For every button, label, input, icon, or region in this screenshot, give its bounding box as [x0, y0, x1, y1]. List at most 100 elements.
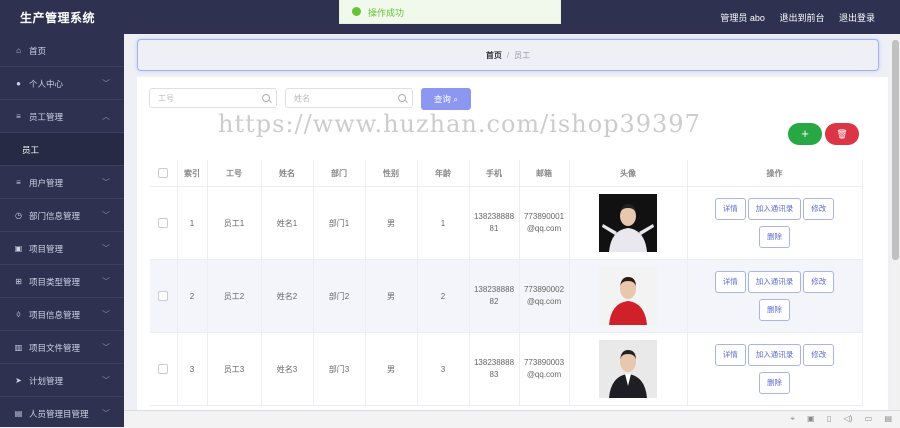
avatar-cell [569, 259, 688, 333]
sidebar-item[interactable]: ➤ 计划管理 ﹀ [0, 364, 124, 397]
main-panel: 查询 ⌕ + 🗑 索引 工号 姓名 部门 性别 年龄 手机 邮箱 头像 操作 1… [137, 77, 888, 427]
row-checkbox[interactable] [158, 218, 169, 228]
delete-button[interactable]: 删除 [759, 226, 790, 248]
phone-value: 13823888881 [473, 212, 515, 233]
phone-cell: 13823888883 [469, 332, 520, 406]
clipboard-icon[interactable]: ▤ [884, 414, 892, 423]
pin-icon[interactable]: ⌖ [790, 414, 795, 423]
sidebar-item-label: 人员管理目管理 [29, 409, 89, 419]
edit-button[interactable]: 修改 [803, 271, 835, 293]
add-button[interactable]: + [788, 123, 822, 145]
column-header: 工号 [207, 160, 262, 187]
doc-icon: ▤ [14, 409, 23, 418]
avatar [599, 340, 657, 398]
chevron-down-icon: ﹀ [102, 409, 110, 418]
sidebar-item-label: 项目信息管理 [29, 310, 81, 320]
index-cell: 3 [177, 332, 208, 406]
grid-icon: ⊞ [15, 277, 22, 286]
breadcrumb: 首页 / 员工 [138, 50, 878, 61]
column-header: 部门 [313, 160, 366, 187]
system-tray: ⌖ ▣ ▯ ◁) ▭ ▤ [780, 414, 892, 424]
clock-icon: ◷ [15, 211, 22, 220]
column-header: 操作 [687, 160, 863, 187]
sidebar-item-label: 首页 [29, 46, 47, 56]
edit-button[interactable]: 修改 [803, 198, 835, 220]
sidebar-item[interactable]: ⌂ 首页 [0, 34, 124, 67]
sidebar-item-label: 项目管理 [29, 244, 64, 254]
chevron-down-icon: ﹀ [102, 79, 110, 88]
employee-table: 索引 工号 姓名 部门 性别 年龄 手机 邮箱 头像 操作 1 员工1 姓名1 部门1… [150, 160, 863, 406]
breadcrumb-home[interactable]: 首页 [486, 51, 502, 60]
select-cell [150, 259, 178, 333]
batch-delete-button[interactable]: 🗑 [825, 123, 859, 145]
employee-id-cell: 员工2 [207, 259, 262, 333]
sidebar-item[interactable]: ≡ 用户管理 ﹀ [0, 166, 124, 199]
sidebar-subitem-employee[interactable]: 员工 [0, 133, 124, 166]
scrollbar-thumb[interactable] [892, 40, 899, 260]
page-scrollbar[interactable] [891, 34, 900, 410]
sidebar-item[interactable]: ▣ 项目管理 ﹀ [0, 232, 124, 265]
sidebar-item[interactable]: ▤ 人员管理目管理 ﹀ [0, 397, 124, 427]
email-value: 773890003@qq.com [523, 358, 565, 379]
department-cell: 部门1 [313, 186, 366, 260]
sidebar-item[interactable]: ▥ 项目文件管理 ﹀ [0, 331, 124, 364]
sidebar-item[interactable]: ◊ 项目信息管理 ﹀ [0, 298, 124, 331]
sidebar-item[interactable]: ◷ 部门信息管理 ﹀ [0, 199, 124, 232]
email-value: 773890001@qq.com [523, 212, 565, 233]
chevron-down-icon: ﹀ [102, 376, 110, 385]
success-toast: 操作成功 [339, 0, 561, 24]
row-checkbox[interactable] [158, 364, 169, 374]
sidebar-item-label: 用户管理 [29, 178, 64, 188]
phone-value: 13823888882 [473, 285, 515, 306]
name-field[interactable] [285, 88, 413, 108]
delete-button[interactable]: 删除 [759, 299, 790, 321]
detail-button[interactable]: 详情 [714, 344, 746, 366]
name-input[interactable] [286, 89, 394, 107]
table-row: 2 员工2 姓名2 部门2 男 2 13823888882 773890002@qq.com 详… [150, 259, 863, 333]
actions-cell: 详情 加入通讯录 修改 删除 [687, 186, 863, 260]
detail-button[interactable]: 详情 [714, 271, 746, 293]
edit-button[interactable]: 修改 [803, 344, 835, 366]
employee-id-cell: 员工3 [207, 332, 262, 406]
department-cell: 部门2 [313, 259, 366, 333]
name-cell: 姓名2 [261, 259, 314, 333]
select-cell [150, 332, 178, 406]
column-header: 头像 [569, 160, 688, 187]
add-contact-button[interactable]: 加入通讯录 [747, 198, 802, 220]
employee-id-field[interactable] [149, 88, 277, 108]
detail-button[interactable]: 详情 [714, 198, 746, 220]
table-row: 1 员工1 姓名1 部门1 男 1 13823888881 773890001@qq.com 详… [150, 186, 863, 260]
sidebar-item-label: 部门信息管理 [29, 211, 81, 221]
trash-icon[interactable]: ▯ [827, 414, 831, 423]
name-cell: 姓名3 [261, 332, 314, 406]
add-contact-button[interactable]: 加入通讯录 [747, 344, 802, 366]
watermark: https://www.huzhan.com/ishop39397 [218, 110, 701, 138]
sidebar-item[interactable]: ● 个人中心 ﹀ [0, 67, 124, 100]
sidebar-item[interactable]: ≡ 员工管理 ︿ [0, 100, 124, 133]
top-bar: 生产管理系统 操作成功 管理员 abo 退出到前台 退出登录 [0, 0, 900, 34]
window-icon[interactable]: ▣ [807, 414, 815, 423]
column-header: 手机 [469, 160, 520, 187]
screen-icon[interactable]: ▭ [865, 414, 873, 423]
avatar [599, 267, 657, 325]
chevron-down-icon: ﹀ [102, 343, 110, 352]
gender-cell: 男 [365, 186, 418, 260]
logout-link[interactable]: 退出登录 [839, 13, 875, 23]
sidebar-item-label: 计划管理 [29, 376, 64, 386]
sidebar-subitem-label: 员工 [22, 145, 40, 155]
sidebar-item[interactable]: ⊞ 项目类型管理 ﹀ [0, 265, 124, 298]
employee-id-input[interactable] [150, 89, 258, 107]
list-icon: ≡ [16, 112, 21, 121]
speaker-icon[interactable]: ◁) [844, 414, 853, 423]
column-header: 姓名 [261, 160, 314, 187]
sidebar-item-label: 项目类型管理 [29, 277, 81, 287]
delete-button[interactable]: 删除 [759, 372, 790, 394]
back-to-front-link[interactable]: 退出到前台 [779, 13, 824, 23]
add-contact-button[interactable]: 加入通讯录 [747, 271, 802, 293]
sidebar-item-label: 项目文件管理 [29, 343, 81, 353]
row-checkbox[interactable] [158, 291, 169, 301]
age-cell: 1 [417, 186, 470, 260]
query-button[interactable]: 查询 ⌕ [421, 88, 471, 110]
select-all-checkbox[interactable] [158, 168, 169, 178]
query-label: 查询 [433, 94, 451, 104]
